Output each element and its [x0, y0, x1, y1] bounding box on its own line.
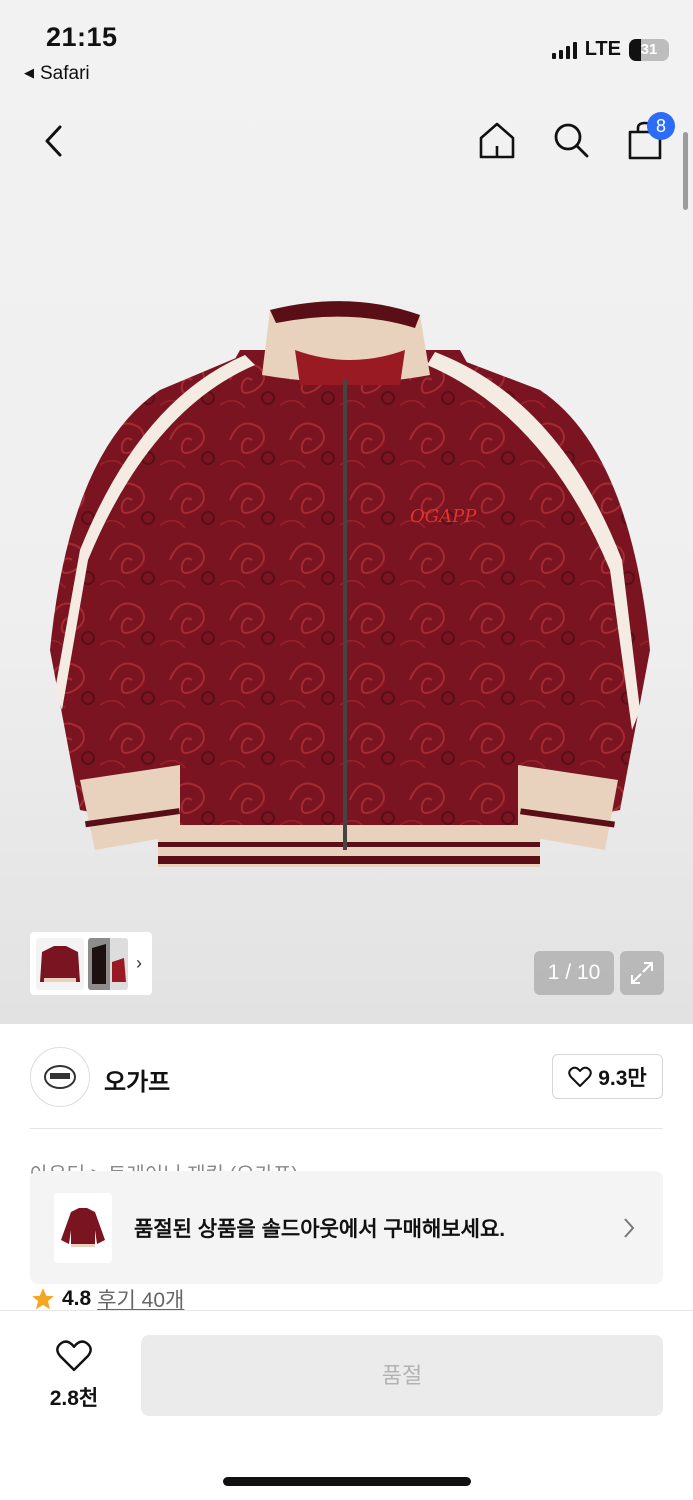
star-icon: [32, 1288, 54, 1310]
signal-icon: [551, 41, 577, 59]
search-button[interactable]: [549, 116, 593, 164]
thumbnail-image[interactable]: [36, 937, 84, 990]
brand-like-count: 9.3만: [598, 1066, 647, 1090]
back-triangle-icon: ◀: [24, 65, 34, 80]
divider: [30, 1128, 663, 1129]
cart-button[interactable]: 8: [623, 112, 675, 164]
scrollbar[interactable]: [683, 132, 688, 210]
brand-like-button[interactable]: 9.3만: [552, 1054, 663, 1099]
thumbnail-image[interactable]: [88, 937, 128, 990]
chevron-right-icon[interactable]: ›: [136, 953, 142, 974]
wishlist-count: 2.8천: [49, 1387, 99, 1410]
soldout-banner[interactable]: 품절된 상품을 솔드아웃에서 구매해보세요.: [30, 1171, 663, 1284]
brand-logo-icon: [44, 1065, 76, 1089]
banner-text: 품절된 상품을 솔드아웃에서 구매해보세요.: [134, 1217, 506, 1241]
cart-count-badge: 8: [647, 112, 675, 140]
fullscreen-button[interactable]: [620, 951, 664, 995]
brand-name[interactable]: 오가프: [104, 1062, 170, 1097]
home-icon: [479, 122, 515, 159]
banner-product-thumbnail: [54, 1192, 112, 1263]
battery-level: 31: [640, 40, 658, 58]
bottom-action-bar: 2.8천 품절: [0, 1310, 693, 1500]
back-to-app-link[interactable]: ◀ Safari: [24, 63, 90, 85]
heart-icon: [568, 1066, 592, 1087]
status-time: 21:15: [46, 22, 118, 52]
product-gallery[interactable]: 21:15 ◀ Safari LTE 31 8 OGAPP › 1 / 10: [0, 0, 693, 1024]
back-icon: [45, 125, 62, 157]
svg-text:OGAPP: OGAPP: [410, 506, 477, 527]
sold-out-button[interactable]: 품절: [141, 1335, 663, 1416]
brand-logo[interactable]: [30, 1047, 90, 1107]
heart-icon: [56, 1340, 92, 1372]
back-button[interactable]: [36, 120, 72, 162]
chevron-right-icon: [624, 1217, 635, 1238]
image-counter: 1 / 10: [534, 951, 614, 995]
battery-icon: 31: [629, 38, 669, 61]
expand-icon: [631, 962, 653, 984]
nav-actions: 8: [475, 112, 675, 164]
product-image[interactable]: OGAPP: [40, 290, 660, 880]
wishlist-button[interactable]: 2.8천: [30, 1339, 118, 1412]
back-app-label: Safari: [40, 63, 90, 84]
network-label: LTE: [584, 38, 621, 60]
home-indicator[interactable]: [223, 1477, 471, 1486]
rating-score: 4.8: [62, 1287, 92, 1310]
home-button[interactable]: [475, 116, 519, 164]
thumbnail-strip[interactable]: ›: [30, 932, 152, 995]
search-icon: [554, 123, 589, 158]
status-indicators: LTE 31: [551, 38, 669, 61]
